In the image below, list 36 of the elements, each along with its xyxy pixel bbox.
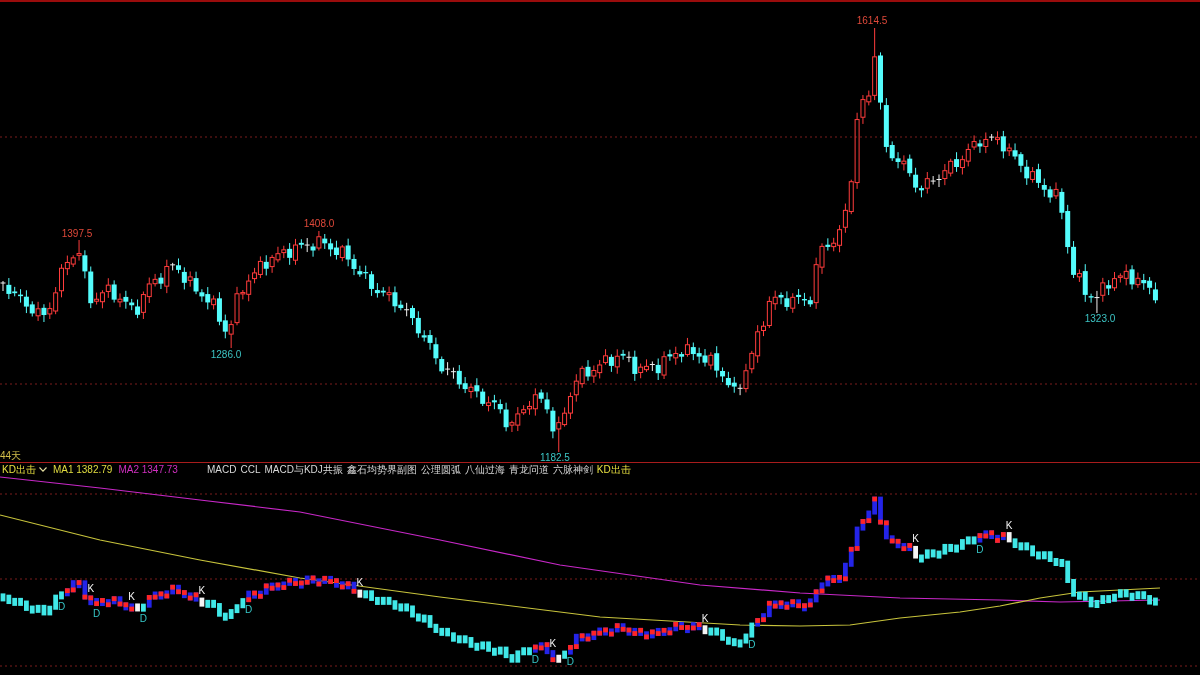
kd-signal-label: K bbox=[356, 577, 364, 589]
kd-signal-label: D bbox=[93, 607, 101, 619]
price-label: 1397.5 bbox=[61, 227, 93, 239]
kd-signal-label: D bbox=[566, 656, 575, 668]
indicator-tab[interactable]: CCL bbox=[240, 463, 261, 476]
period-label: 44天 bbox=[0, 449, 22, 461]
kd-signal-label: D bbox=[57, 600, 66, 612]
indicator-tab[interactable]: KD出击 bbox=[596, 463, 631, 476]
kd-signal-label: D bbox=[139, 613, 147, 625]
ma2-value: MA2 1347.73 bbox=[118, 463, 178, 476]
kd-signal-label: K bbox=[912, 533, 919, 545]
kd-signal-label: D bbox=[245, 603, 253, 615]
price-label: 1286.0 bbox=[210, 348, 242, 360]
indicator-tab[interactable]: MACD与KDJ共振 bbox=[264, 463, 343, 476]
indicator-tab[interactable]: 六脉神剑 bbox=[552, 463, 593, 476]
indicator-tab[interactable]: 鑫石均势界副图 bbox=[346, 463, 417, 476]
kd-signal-label: K bbox=[128, 590, 136, 602]
price-label: 1408.0 bbox=[303, 217, 335, 229]
indicator-tab[interactable]: 公理圆弧 bbox=[420, 463, 461, 476]
indicator-tab[interactable]: 青龙问道 bbox=[508, 463, 549, 476]
kd-signal-label: K bbox=[701, 612, 709, 624]
price-label: 1182.5 bbox=[540, 451, 570, 462]
kd-signal-label: K bbox=[549, 637, 557, 649]
kd-signal-label: D bbox=[531, 654, 539, 666]
kd-signal-label: K bbox=[1005, 519, 1013, 531]
chevron-down-icon bbox=[38, 467, 47, 472]
kd-signal-label: K bbox=[87, 583, 95, 594]
kd-signal-label: D bbox=[748, 639, 756, 651]
price-label: 1323.0 bbox=[1084, 312, 1116, 324]
price-label: 1614.5 bbox=[856, 14, 888, 26]
indicator-tab[interactable]: 八仙过海 bbox=[464, 463, 505, 476]
indicator-tab[interactable]: MACD bbox=[207, 463, 237, 476]
kd-signal-label: K bbox=[198, 585, 206, 597]
kd-signal-label: D bbox=[976, 544, 984, 556]
ma1-value: MA1 1382.79 bbox=[52, 463, 113, 476]
indicator-selector[interactable]: KD出击 bbox=[2, 463, 47, 476]
